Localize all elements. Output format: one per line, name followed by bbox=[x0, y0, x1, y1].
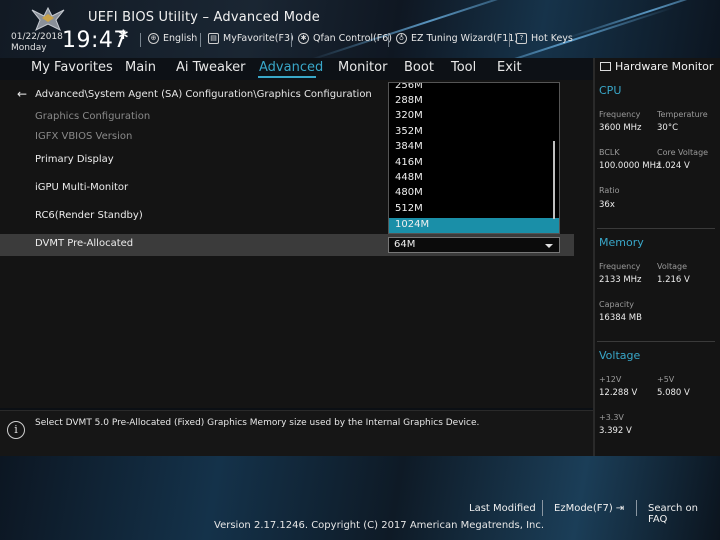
myfavorite-label: MyFavorite(F3) bbox=[223, 33, 294, 44]
igfx-vbios-version-label: IGFX VBIOS Version bbox=[35, 131, 133, 142]
capacity-value: 16384 MB bbox=[599, 313, 642, 323]
footer-divider bbox=[542, 500, 543, 516]
v5-label: +5V bbox=[657, 375, 675, 384]
day: Monday bbox=[11, 43, 47, 53]
capacity-label: Capacity bbox=[599, 300, 634, 309]
favorite-icon: ▤ bbox=[208, 33, 219, 44]
core-voltage-value: 1.024 V bbox=[657, 161, 690, 171]
v12-label: +12V bbox=[599, 375, 622, 384]
app-title: UEFI BIOS Utility – Advanced Mode bbox=[88, 10, 320, 25]
cpu-heading: CPU bbox=[599, 84, 622, 97]
hotkeys-icon: ? bbox=[516, 33, 527, 44]
voltage-heading: Voltage bbox=[599, 349, 641, 362]
igpu-multi-monitor-option[interactable]: iGPU Multi-Monitor bbox=[35, 182, 128, 193]
memory-heading: Memory bbox=[599, 236, 644, 249]
cpu-temperature-value: 30°C bbox=[657, 123, 679, 133]
tab-ai-tweaker[interactable]: Ai Tweaker bbox=[176, 60, 245, 75]
ez-tuning-button[interactable]: ♁ EZ Tuning Wizard(F11) bbox=[396, 33, 518, 44]
monitor-icon bbox=[600, 62, 611, 71]
v33-label: +3.3V bbox=[599, 413, 624, 422]
header-divider bbox=[140, 33, 141, 47]
date: 01/22/2018 bbox=[11, 32, 63, 42]
bclk-value: 100.0000 MHz bbox=[599, 161, 661, 171]
core-voltage-label: Core Voltage bbox=[657, 148, 709, 157]
tab-monitor[interactable]: Monitor bbox=[338, 60, 387, 75]
selected-value: 64M bbox=[394, 239, 416, 250]
v12-value: 12.288 V bbox=[599, 388, 638, 398]
globe-icon: ⊕ bbox=[148, 33, 159, 44]
rc6-render-standby-option[interactable]: RC6(Render Standby) bbox=[35, 210, 143, 221]
cpu-frequency-label: Frequency bbox=[599, 110, 641, 119]
back-arrow-icon[interactable]: ← bbox=[17, 87, 27, 101]
memory-frequency-value: 2133 MHz bbox=[599, 275, 642, 285]
info-icon: i bbox=[7, 421, 25, 439]
section-graphics-configuration: Graphics Configuration bbox=[35, 111, 151, 122]
memory-frequency-label: Frequency bbox=[599, 262, 641, 271]
breadcrumb-path: Advanced\System Agent (SA) Configuration… bbox=[35, 88, 372, 100]
active-tab-indicator bbox=[258, 76, 316, 78]
ratio-value: 36x bbox=[599, 200, 615, 210]
switch-mode-icon: ⇥ bbox=[615, 503, 625, 514]
ratio-label: Ratio bbox=[599, 186, 620, 195]
dropdown-option[interactable]: 288M bbox=[395, 95, 423, 106]
copyright-text: Version 2.17.1246. Copyright (C) 2017 Am… bbox=[214, 520, 545, 531]
language-button[interactable]: ⊕ English bbox=[148, 33, 197, 44]
memory-voltage-label: Voltage bbox=[657, 262, 688, 271]
dvmt-pre-allocated-select[interactable]: 64M bbox=[388, 237, 560, 253]
myfavorite-button[interactable]: ▤ MyFavorite(F3) bbox=[208, 33, 294, 44]
tab-exit[interactable]: Exit bbox=[497, 60, 522, 75]
dropdown-option[interactable]: 416M bbox=[395, 157, 423, 168]
hw-divider bbox=[597, 341, 715, 342]
tab-tool[interactable]: Tool bbox=[451, 60, 476, 75]
breadcrumb[interactable]: ← Advanced\System Agent (SA) Configurati… bbox=[17, 87, 372, 101]
qfan-button[interactable]: ✱ Qfan Control(F6) bbox=[298, 33, 392, 44]
header-divider bbox=[200, 33, 201, 47]
help-text: Select DVMT 5.0 Pre-Allocated (Fixed) Gr… bbox=[35, 418, 480, 428]
hardware-monitor-title: Hardware Monitor bbox=[600, 60, 713, 73]
cpu-temperature-label: Temperature bbox=[657, 110, 708, 119]
date-display: 01/22/2018 Monday bbox=[11, 32, 63, 54]
ezmode-button[interactable]: EzMode(F7) ⇥ bbox=[554, 503, 624, 514]
qfan-label: Qfan Control(F6) bbox=[313, 33, 392, 44]
cpu-frequency-value: 3600 MHz bbox=[599, 123, 642, 133]
gear-icon[interactable]: ✲ bbox=[118, 28, 129, 43]
lightbulb-icon: ♁ bbox=[396, 33, 407, 44]
last-modified-button[interactable]: Last Modified bbox=[469, 503, 536, 514]
chevron-down-icon bbox=[545, 244, 553, 248]
dropdown-option[interactable]: 256M bbox=[395, 83, 423, 91]
tab-boot[interactable]: Boot bbox=[404, 60, 434, 75]
tab-advanced[interactable]: Advanced bbox=[259, 60, 323, 75]
dropdown-option-selected[interactable]: 1024M bbox=[395, 219, 429, 230]
dvmt-pre-allocated-label: DVMT Pre-Allocated bbox=[35, 238, 134, 249]
hw-divider bbox=[597, 228, 715, 229]
language-label: English bbox=[163, 33, 198, 44]
v5-value: 5.080 V bbox=[657, 388, 690, 398]
primary-display-option[interactable]: Primary Display bbox=[35, 154, 114, 165]
dropdown-option[interactable]: 512M bbox=[395, 203, 423, 214]
hardware-monitor-label: Hardware Monitor bbox=[615, 60, 714, 73]
header-divider bbox=[509, 33, 510, 47]
header-divider bbox=[388, 33, 389, 47]
dropdown-scrollbar[interactable] bbox=[553, 141, 555, 219]
fan-icon: ✱ bbox=[298, 33, 309, 44]
tab-my-favorites[interactable]: My Favorites bbox=[31, 60, 113, 75]
memory-voltage-value: 1.216 V bbox=[657, 275, 690, 285]
ezmode-label: EzMode(F7) bbox=[554, 503, 613, 514]
dropdown-list[interactable]: 256M 288M 320M 352M 384M 416M 448M 480M … bbox=[388, 82, 560, 234]
dropdown-option[interactable]: 384M bbox=[395, 141, 423, 152]
bclk-label: BCLK bbox=[599, 148, 620, 157]
dropdown-option[interactable]: 352M bbox=[395, 126, 423, 137]
header-divider bbox=[291, 33, 292, 47]
tab-main[interactable]: Main bbox=[125, 60, 156, 75]
hotkeys-label: Hot Keys bbox=[531, 33, 573, 44]
ez-tuning-label: EZ Tuning Wizard(F11) bbox=[411, 33, 519, 44]
dropdown-option[interactable]: 480M bbox=[395, 187, 423, 198]
dropdown-option[interactable]: 320M bbox=[395, 110, 423, 121]
search-faq-button[interactable]: Search on FAQ bbox=[648, 503, 720, 525]
v33-value: 3.392 V bbox=[599, 426, 632, 436]
dropdown-option[interactable]: 448M bbox=[395, 172, 423, 183]
help-bar bbox=[0, 410, 593, 456]
footer-divider bbox=[636, 500, 637, 516]
hotkeys-button[interactable]: ? Hot Keys bbox=[516, 33, 573, 44]
